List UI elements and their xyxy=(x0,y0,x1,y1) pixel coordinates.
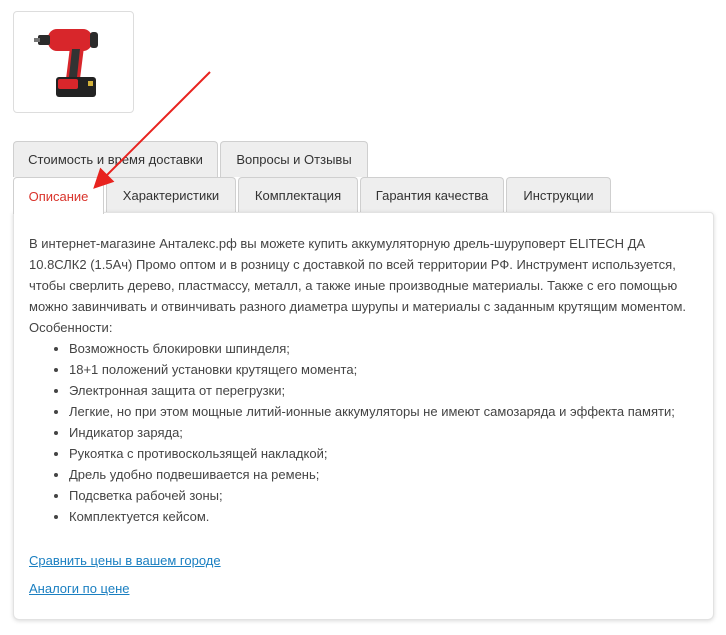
tab-package-contents[interactable]: Комплектация xyxy=(238,177,358,213)
tab-questions-reviews[interactable]: Вопросы и Отзывы xyxy=(220,141,368,177)
list-item: Подсветка рабочей зоны; xyxy=(69,485,675,506)
list-item: Комплектуется кейсом. xyxy=(69,506,675,527)
tab-instructions[interactable]: Инструкции xyxy=(506,177,611,213)
compare-prices-link[interactable]: Сравнить цены в вашем городе xyxy=(29,553,221,568)
features-label: Особенности: xyxy=(29,320,113,335)
tab-description[interactable]: Описание xyxy=(13,177,104,214)
tab-delivery[interactable]: Стоимость и время доставки xyxy=(13,141,218,177)
list-item: Электронная защита от перегрузки; xyxy=(69,380,675,401)
tab-specifications[interactable]: Характеристики xyxy=(106,177,236,213)
list-item: 18+1 положений установки крутящего момен… xyxy=(69,359,675,380)
list-item: Возможность блокировки шпинделя; xyxy=(69,338,675,359)
drill-icon xyxy=(33,29,98,97)
list-item: Легкие, но при этом мощные литий-ионные … xyxy=(69,401,675,422)
analogs-link[interactable]: Аналоги по цене xyxy=(29,581,129,596)
list-item: Индикатор заряда; xyxy=(69,422,675,443)
product-thumbnail[interactable] xyxy=(13,11,134,113)
list-item: Дрель удобно подвешивается на ремень; xyxy=(69,464,675,485)
description-text: В интернет-магазине Анталекс.рф вы может… xyxy=(29,236,687,314)
description-panel: В интернет-магазине Анталекс.рф вы может… xyxy=(13,212,714,620)
features-list: Возможность блокировки шпинделя; 18+1 по… xyxy=(29,338,675,527)
list-item: Рукоятка с противоскользящей накладкой; xyxy=(69,443,675,464)
tab-quality-guarantee[interactable]: Гарантия качества xyxy=(360,177,504,213)
